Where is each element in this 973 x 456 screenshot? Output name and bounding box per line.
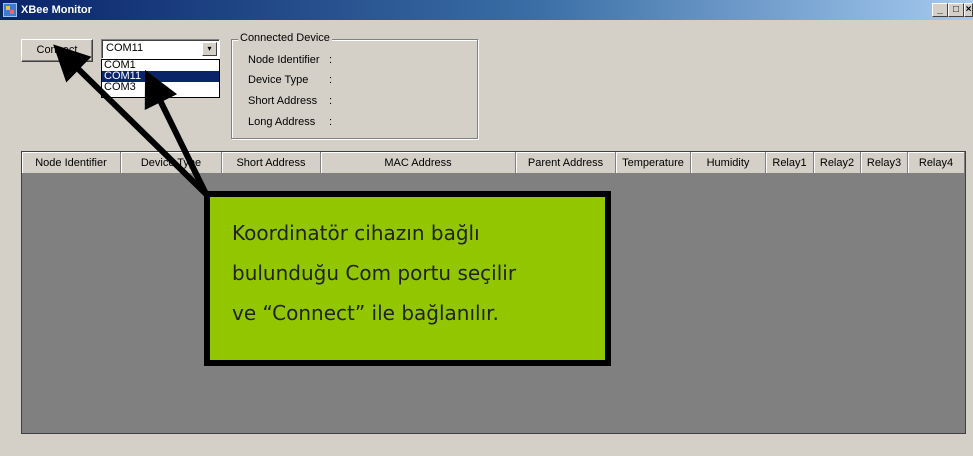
close-button[interactable]: ×	[964, 3, 973, 17]
callout-line: bulunduğu Com portu seçilir	[232, 261, 517, 285]
com-port-value: COM11	[106, 42, 144, 54]
chevron-down-icon[interactable]: ▾	[202, 42, 217, 56]
column-header-node-identifier[interactable]: Node Identifier	[22, 152, 121, 174]
column-header-parent-address[interactable]: Parent Address	[516, 152, 616, 174]
callout-line: ve “Connect” ile bağlanılır.	[232, 301, 499, 325]
connect-button[interactable]: Connect	[21, 39, 93, 62]
column-header-relay1[interactable]: Relay1	[766, 152, 814, 174]
device-type-label: Device Type	[248, 74, 309, 86]
column-header-short-address[interactable]: Short Address	[222, 152, 321, 174]
long-address-label: Long Address	[248, 116, 316, 128]
maximize-button[interactable]: □	[948, 3, 964, 17]
callout-line: Koordinatör cihazın bağlı	[232, 221, 480, 245]
connected-device-legend: Connected Device	[238, 32, 332, 44]
column-header-mac-address[interactable]: MAC Address	[321, 152, 516, 174]
column-header-temperature[interactable]: Temperature	[616, 152, 691, 174]
column-header-relay2[interactable]: Relay2	[814, 152, 861, 174]
callout-text: Koordinatör cihazın bağlı bulunduğu Com …	[232, 213, 516, 333]
app-icon	[3, 3, 17, 17]
column-header-device-type[interactable]: Device Type	[121, 152, 222, 174]
main-window: XBee Monitor _ □ × Connect COM11 ▾ COM1 …	[0, 0, 973, 456]
title-bar[interactable]: XBee Monitor _ □ ×	[0, 0, 973, 20]
grid-header: Node Identifier Device Type Short Addres…	[22, 152, 965, 174]
device-type-value: :	[329, 74, 333, 86]
minimize-button[interactable]: _	[932, 3, 948, 17]
column-header-relay4[interactable]: Relay4	[908, 152, 965, 174]
com-port-option[interactable]: COM3	[102, 82, 219, 93]
connected-device-group: Connected Device Node Identifier : Devic…	[231, 32, 478, 139]
node-identifier-label: Node Identifier	[248, 54, 320, 66]
instruction-callout: Koordinatör cihazın bağlı bulunduğu Com …	[204, 191, 611, 366]
window-title: XBee Monitor	[21, 4, 92, 16]
long-address-value: :	[329, 116, 333, 128]
com-port-dropdown-list[interactable]: COM1 COM11 COM3	[101, 59, 220, 98]
node-identifier-value: :	[329, 54, 333, 66]
short-address-value: :	[329, 95, 333, 107]
column-header-relay3[interactable]: Relay3	[861, 152, 908, 174]
column-header-humidity[interactable]: Humidity	[691, 152, 766, 174]
com-port-select[interactable]: COM11 ▾	[101, 39, 220, 59]
short-address-label: Short Address	[248, 95, 318, 107]
